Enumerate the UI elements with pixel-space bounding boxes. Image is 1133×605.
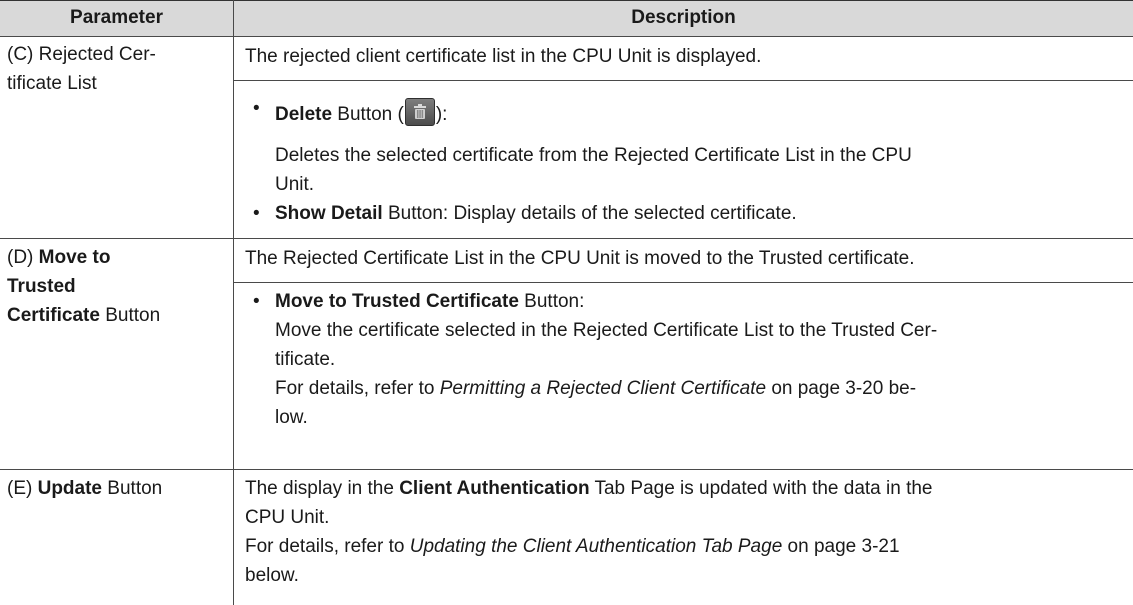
bullet: • [253, 98, 260, 119]
row-e-param: (E) Update Button [7, 478, 162, 500]
row-d-inner-rule [233, 282, 1133, 283]
row-d-rule [0, 469, 1133, 470]
row-e-ref-line1: For details, refer to Updating the Clien… [245, 536, 900, 558]
bullet: • [253, 203, 260, 224]
header-parameter: Parameter [0, 0, 233, 36]
move-trusted-line: Move to Trusted Certificate Button: [275, 291, 584, 313]
delete-button-line: Delete Button (): [275, 98, 447, 126]
row-d-ref-link: Permitting a Rejected Client Certificate [439, 378, 767, 399]
row-e-prefix: (E) [7, 478, 38, 499]
row-d-param-line3: Certificate Button [7, 305, 160, 327]
parameter-table: Parameter Description (C) Rejected Cer- … [0, 0, 1133, 605]
header-description: Description [234, 0, 1133, 36]
row-e-ref-line2: below. [245, 565, 299, 586]
row-e-desc-line2: CPU Unit. [245, 507, 330, 528]
row-e-desc-suffix: Tab Page is updated with the data in the [589, 478, 933, 499]
show-detail-rest: Button: Display details of the selected … [382, 203, 797, 224]
row-e-bold: Update [37, 478, 103, 499]
move-desc-line1: Move the certificate selected in the Rej… [275, 320, 938, 341]
row-d-prefix: (D) [7, 247, 39, 268]
move-desc-line2: tificate. [275, 349, 336, 370]
row-c-param-line1: (C) Rejected Cer- [7, 44, 156, 65]
delete-label-close: ): [435, 104, 448, 125]
column-divider [233, 0, 234, 605]
row-d-rest3: Button [99, 305, 161, 326]
row-e-ref-suffix: on page 3-21 [782, 536, 900, 557]
row-d-desc-top: The Rejected Certificate List in the CPU… [245, 248, 915, 269]
row-e-ref-prefix: For details, refer to [245, 536, 410, 557]
row-d-bold3: Certificate [7, 305, 100, 326]
row-d-ref-prefix: For details, refer to [275, 378, 440, 399]
row-e-desc-prefix: The display in the [245, 478, 400, 499]
trash-icon [404, 98, 435, 126]
row-d-bold1: Move to [38, 247, 111, 268]
row-d-ref-suffix: on page 3-20 be- [766, 378, 917, 399]
row-e-ref-link: Updating the Client Authentication Tab P… [409, 536, 783, 557]
row-d-ref-line1: For details, refer to Permitting a Rejec… [275, 378, 916, 400]
row-c-inner-rule [233, 80, 1133, 81]
row-e-rest: Button [102, 478, 163, 499]
show-detail-line: Show Detail Button: Display details of t… [275, 203, 797, 225]
row-c-rule [0, 238, 1133, 239]
row-c-desc-top: The rejected client certificate list in … [245, 46, 762, 67]
row-e-desc-bold: Client Authentication [399, 478, 590, 499]
bullet: • [253, 291, 260, 312]
show-detail-label: Show Detail [275, 203, 383, 224]
row-d-ref-line2: low. [275, 407, 308, 428]
delete-label: Delete [275, 104, 333, 125]
row-d-param-line1: (D) Move to [7, 247, 110, 269]
row-e-desc-line1: The display in the Client Authentication… [245, 478, 933, 500]
move-trusted-rest: Button: [518, 291, 585, 312]
delete-label-rest: Button ( [332, 104, 404, 125]
move-trusted-label: Move to Trusted Certificate [275, 291, 519, 312]
table-top-rule [0, 0, 1133, 1]
delete-desc-line1: Deletes the selected certificate from th… [275, 145, 912, 166]
row-d-param-line2: Trusted [7, 276, 76, 297]
header-rule [0, 36, 1133, 37]
row-c-param-line2: tificate List [7, 73, 97, 94]
delete-desc-line2: Unit. [275, 174, 315, 195]
